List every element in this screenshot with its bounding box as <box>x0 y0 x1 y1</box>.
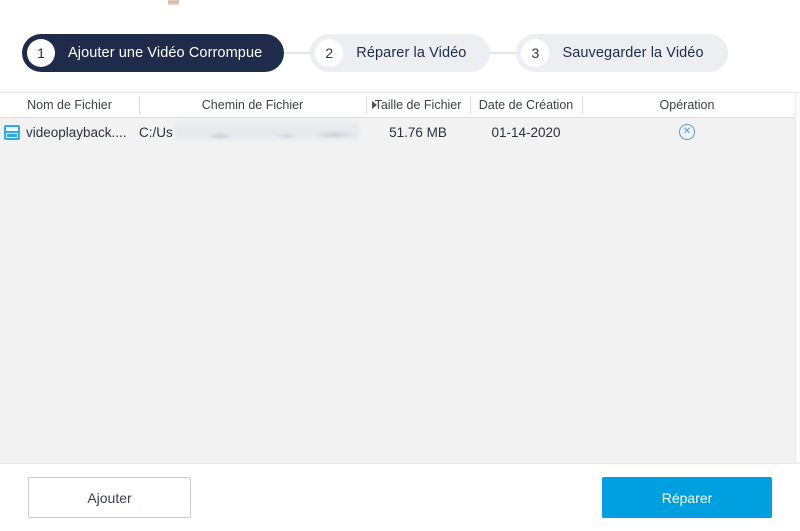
file-name-text: videoplayback.... <box>26 124 127 140</box>
redacted-path-overlay <box>175 121 359 141</box>
step-connector-2-3 <box>490 52 517 54</box>
step-save-video[interactable]: 3 Sauvegarder la Vidéo <box>516 34 728 72</box>
table-body: videoplayback.... C:/Us 51.76 MB 01-14-2… <box>0 118 800 463</box>
step-3-number: 3 <box>521 39 550 67</box>
repair-button[interactable]: Réparer <box>602 477 772 518</box>
window-top-sliver <box>0 0 800 14</box>
cell-file-size: 51.76 MB <box>366 118 470 146</box>
video-file-icon <box>4 124 20 140</box>
column-header-file-path[interactable]: Chemin de Fichier <box>139 93 366 118</box>
footer-bar: Ajouter Réparer <box>0 463 800 531</box>
column-header-creation-date-label: Date de Création <box>478 98 574 112</box>
column-header-file-path-label: Chemin de Fichier <box>201 98 304 112</box>
column-header-file-size-label: Taille de Fichier <box>374 98 462 112</box>
table-row[interactable]: videoplayback.... C:/Us 51.76 MB 01-14-2… <box>0 118 800 146</box>
step-connector-1-2 <box>284 52 311 54</box>
file-path-text: C:/Us <box>139 124 173 140</box>
cell-operation: ✕ <box>582 118 792 146</box>
step-repair-video[interactable]: 2 Réparer la Vidéo <box>310 34 491 72</box>
vertical-scrollbar[interactable] <box>795 93 800 463</box>
column-header-creation-date[interactable]: Date de Création <box>470 93 582 118</box>
step-1-number: 1 <box>27 39 55 67</box>
column-header-file-name-label: Nom de Fichier <box>27 98 112 112</box>
file-size-text: 51.76 MB <box>389 124 447 140</box>
creation-date-text: 01-14-2020 <box>491 124 561 140</box>
step-2-number: 2 <box>315 39 344 67</box>
table-header-row: Nom de Fichier Chemin de Fichier Taille … <box>0 93 800 118</box>
column-header-operation[interactable]: Opération <box>582 93 792 118</box>
cell-file-path: C:/Us <box>139 118 366 146</box>
step-3-label: Sauvegarder la Vidéo <box>562 45 704 61</box>
cell-file-name: videoplayback.... <box>0 118 139 146</box>
cell-creation-date: 01-14-2020 <box>470 118 582 146</box>
wizard-stepper: 1 Ajouter une Vidéo Corrompue 2 Réparer … <box>0 14 800 92</box>
column-header-file-size[interactable]: Taille de Fichier <box>366 93 470 118</box>
file-table: Nom de Fichier Chemin de Fichier Taille … <box>0 92 800 463</box>
step-1-label: Ajouter une Vidéo Corrompue <box>68 45 263 61</box>
add-button[interactable]: Ajouter <box>28 477 191 518</box>
step-add-corrupted-video[interactable]: 1 Ajouter une Vidéo Corrompue <box>22 34 285 72</box>
video-repair-window: 1 Ajouter une Vidéo Corrompue 2 Réparer … <box>0 0 800 531</box>
remove-file-icon[interactable]: ✕ <box>679 124 695 140</box>
sort-caret-icon[interactable] <box>372 101 377 109</box>
step-2-label: Réparer la Vidéo <box>356 45 467 61</box>
column-header-operation-label: Opération <box>659 98 715 112</box>
column-header-file-name[interactable]: Nom de Fichier <box>0 93 139 118</box>
cropped-toolbar-icon <box>168 0 179 5</box>
